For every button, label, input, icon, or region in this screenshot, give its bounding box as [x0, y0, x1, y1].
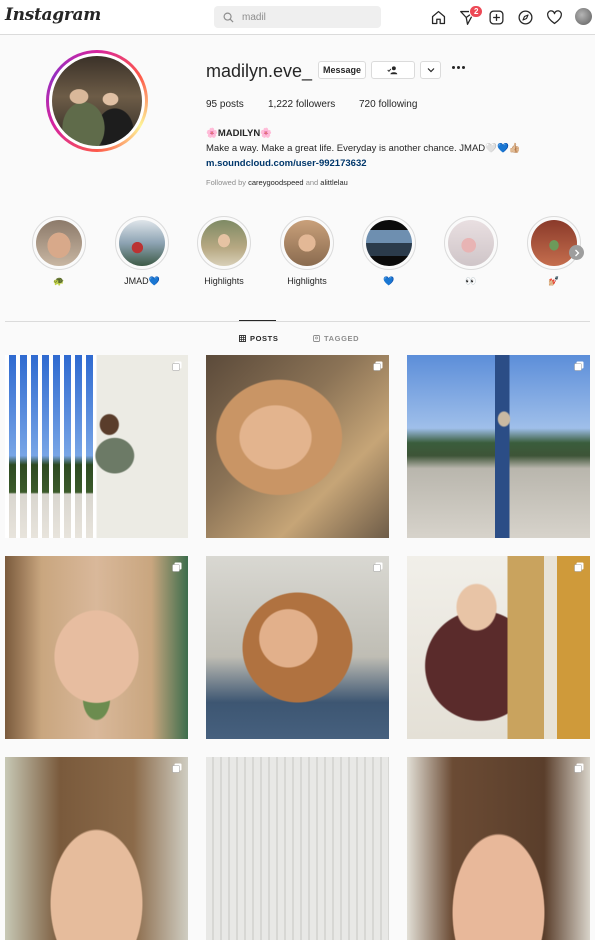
tabs-divider [5, 321, 590, 322]
grid-icon [239, 335, 246, 342]
highlight-item[interactable]: Highlights [279, 216, 335, 288]
highlight-item[interactable]: 💙 [361, 216, 417, 288]
search-icon [223, 12, 234, 23]
highlight-item[interactable]: 🐢 [31, 216, 87, 288]
highlight-cover [36, 220, 82, 266]
highlight-label: JMAD💙 [124, 276, 160, 286]
profile-bio: 🌸MADILYN🌸 Make a way. Make a great life.… [206, 126, 521, 171]
highlight-cover [531, 220, 577, 266]
carousel-icon [574, 763, 584, 773]
highlight-label: Highlights [287, 276, 327, 286]
post-thumbnail[interactable] [407, 355, 590, 538]
post-thumbnail[interactable] [407, 757, 590, 940]
highlight-label: 💅🏼 [548, 276, 560, 286]
more-options-icon[interactable] [452, 66, 465, 69]
activity-heart-icon[interactable] [544, 7, 564, 27]
highlight-label: 💙 [383, 276, 395, 286]
profile-picture [52, 56, 142, 146]
carousel-icon [172, 562, 182, 572]
search-bar[interactable] [214, 6, 381, 28]
posts-count-stat: 95 posts [206, 99, 244, 110]
bio-link[interactable]: m.soundcloud.com/user-992173632 [206, 156, 521, 171]
carousel-icon [373, 562, 383, 572]
home-icon[interactable] [428, 7, 448, 27]
tab-posts[interactable]: POSTS [239, 334, 278, 343]
followers-count-stat[interactable]: 1,222 followers [268, 99, 335, 110]
tab-tagged[interactable]: TAGGED [313, 334, 359, 343]
carousel-icon [172, 361, 182, 371]
highlight-cover [366, 220, 412, 266]
highlight-cover [119, 220, 165, 266]
active-tab-indicator [239, 320, 276, 321]
instagram-logo[interactable]: Instagram [5, 5, 101, 25]
profile-avatar-story-ring[interactable] [46, 50, 148, 152]
bio-text: Make a way. Make a great life. Everyday … [206, 143, 521, 154]
following-button[interactable] [371, 61, 415, 79]
carousel-icon [574, 361, 584, 371]
profile-username: madilyn.eve_ [206, 61, 313, 81]
highlight-cover [284, 220, 330, 266]
top-nav: Instagram 2 [0, 0, 595, 35]
chevron-right-icon [574, 249, 579, 256]
highlight-label: 🐢 [53, 276, 65, 286]
messages-badge: 2 [469, 5, 484, 18]
post-thumbnail[interactable] [407, 556, 590, 739]
post-thumbnail[interactable] [206, 355, 389, 538]
profile-avatar[interactable] [575, 8, 592, 25]
highlight-item[interactable]: Highlights [196, 216, 252, 288]
chevron-down-icon [427, 68, 434, 73]
carousel-icon [574, 562, 584, 572]
direct-icon[interactable]: 2 [457, 5, 484, 27]
highlight-label: 👀 [465, 276, 477, 286]
tagged-user-icon [313, 335, 320, 342]
carousel-icon [172, 763, 182, 773]
highlight-cover [448, 220, 494, 266]
following-count-stat[interactable]: 720 following [359, 99, 417, 110]
highlight-item[interactable]: JMAD💙 [114, 216, 170, 288]
person-check-icon [387, 66, 398, 75]
post-thumbnail[interactable] [5, 556, 188, 739]
search-input[interactable] [242, 11, 362, 23]
highlights-next-button[interactable] [569, 245, 584, 260]
highlight-label: Highlights [204, 276, 244, 286]
suggested-accounts-button[interactable] [420, 61, 441, 79]
post-thumbnail[interactable] [206, 556, 389, 739]
new-post-icon[interactable] [486, 7, 506, 27]
profile-full-name: 🌸MADILYN🌸 [206, 128, 273, 139]
post-thumbnail[interactable] [5, 757, 188, 940]
highlight-cover [201, 220, 247, 266]
followed-by[interactable]: Followed by careygoodspeed and alittlela… [206, 178, 348, 187]
message-button[interactable]: Message [318, 61, 366, 79]
carousel-icon [373, 361, 383, 371]
explore-icon[interactable] [515, 7, 535, 27]
post-thumbnail[interactable] [206, 757, 389, 940]
post-thumbnail[interactable] [5, 355, 188, 538]
highlight-item[interactable]: 👀 [443, 216, 499, 288]
